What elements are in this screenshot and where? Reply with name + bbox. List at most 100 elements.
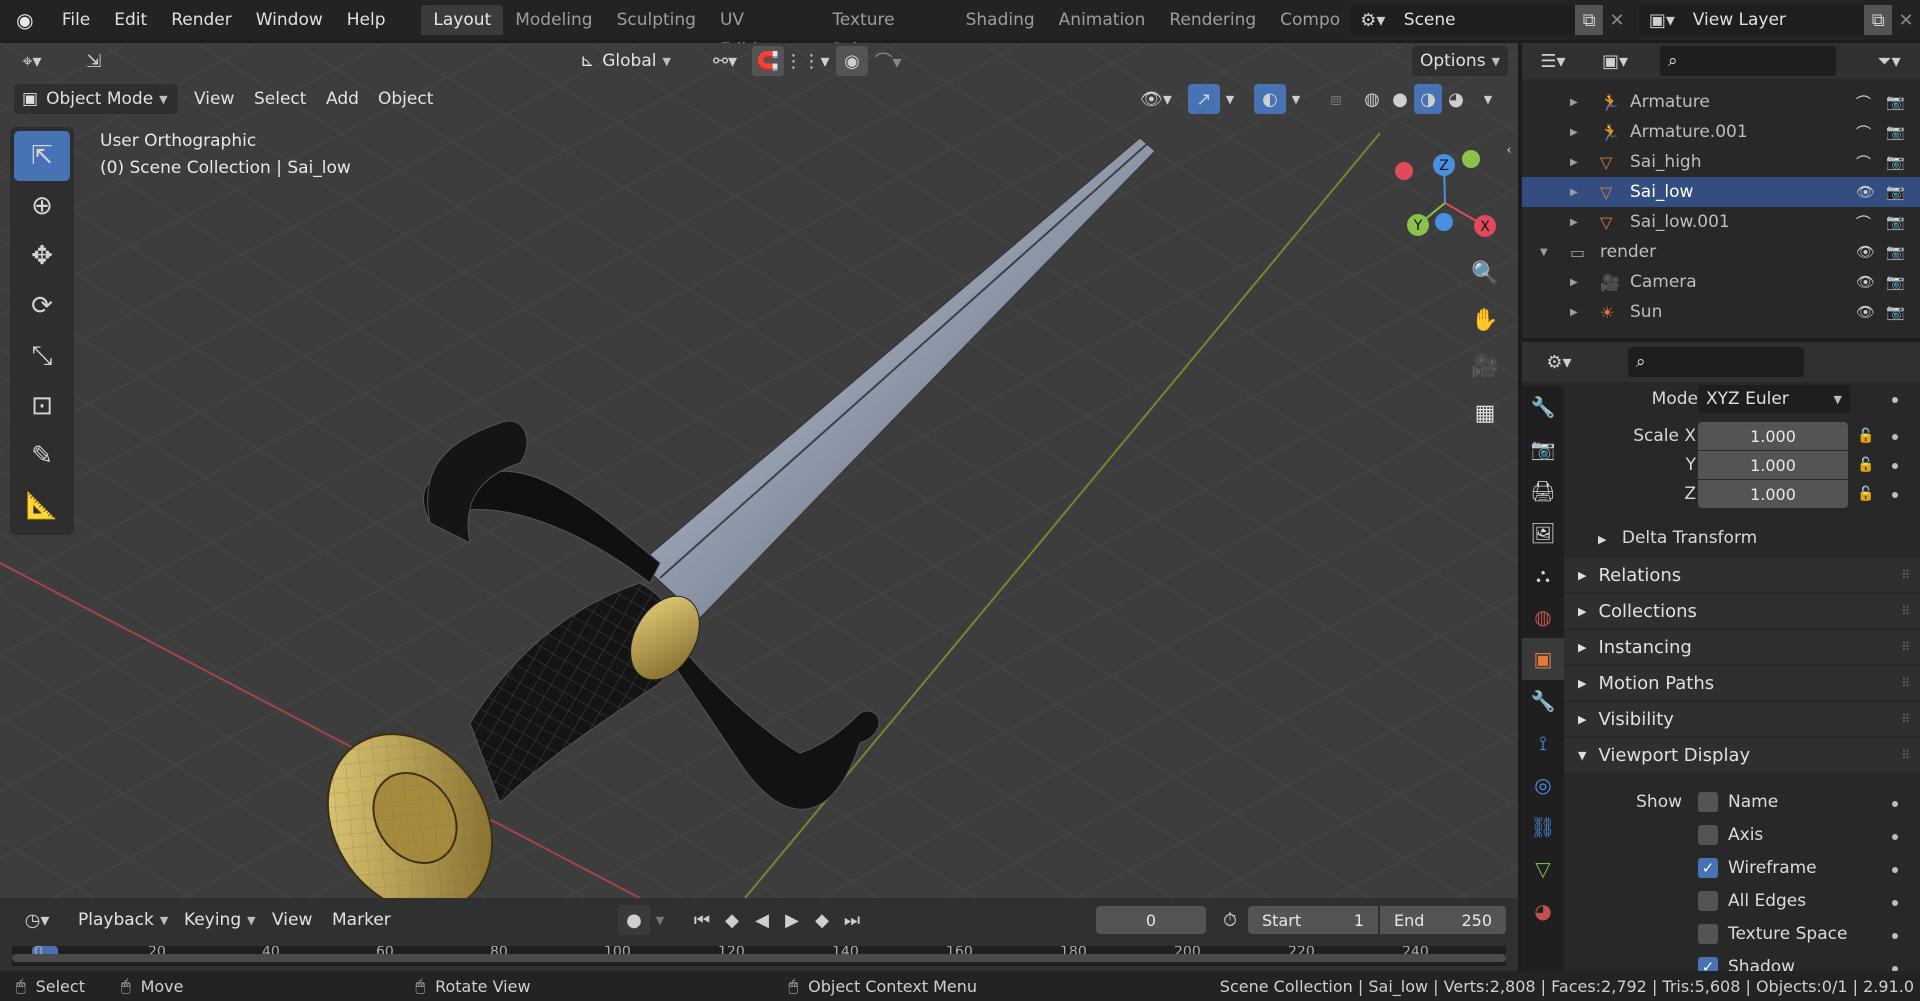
chevron-down-icon[interactable]: ▼ xyxy=(1540,247,1548,258)
animate-dot[interactable] xyxy=(1892,933,1898,939)
chevron-right-icon[interactable]: ▶ xyxy=(1570,97,1578,108)
eye-icon[interactable]: 👁 xyxy=(1856,183,1875,201)
overlay-toggle-icon[interactable]: ◐ xyxy=(1254,84,1286,114)
tab-uv-editing[interactable]: UV Editing xyxy=(708,5,820,60)
chevron-right-icon[interactable]: ▶ xyxy=(1570,127,1578,138)
checkbox[interactable]: ✓ xyxy=(1698,858,1718,878)
jump-start-icon[interactable]: ⏮ xyxy=(686,905,718,935)
scale-y-field[interactable]: 1.000 xyxy=(1698,451,1848,479)
render-camera-icon[interactable]: 📷 xyxy=(1886,123,1905,141)
pivot-point-icon[interactable]: ⚯▾ xyxy=(700,46,750,76)
animate-dot[interactable] xyxy=(1892,463,1898,469)
drag-handle-icon[interactable]: ⠿ xyxy=(1901,604,1910,618)
material-tab-icon[interactable]: ◕ xyxy=(1522,890,1564,932)
3d-viewport[interactable]: ⌖▾ ⇲ ⊾ Global ▼ ⚯▾ 🧲 ⋮⋮▾ ◉ ⌒▾ Options ▼ … xyxy=(0,43,1518,898)
view-layer-selector-icon[interactable]: ▣▾ xyxy=(1638,5,1685,35)
eye-icon[interactable]: ⌒ xyxy=(1856,212,1871,233)
falloff-icon[interactable]: ⌒▾ xyxy=(868,46,908,76)
measure-tool-icon[interactable]: 📐 xyxy=(14,481,70,531)
menu-window[interactable]: Window xyxy=(244,10,335,30)
tab-sculpting[interactable]: Sculpting xyxy=(605,5,708,35)
view-layer-tab-icon[interactable]: 🖼 xyxy=(1522,512,1564,554)
drag-handle-icon[interactable]: ⠿ xyxy=(1901,568,1910,582)
menu-playback[interactable]: Playback ▼ xyxy=(68,905,178,935)
display-mode-icon[interactable]: ▣▾ xyxy=(1592,46,1638,76)
visibility-icon[interactable]: 👁▾ xyxy=(1132,84,1180,114)
animate-dot[interactable] xyxy=(1892,397,1898,403)
render-camera-icon[interactable]: 📷 xyxy=(1886,303,1905,321)
proportional-edit-icon[interactable]: ◉ xyxy=(836,46,868,76)
lock-z-icon[interactable]: 🔓 xyxy=(1852,480,1880,508)
tab-compositing[interactable]: Compos xyxy=(1268,5,1340,35)
render-camera-icon[interactable]: 📷 xyxy=(1886,243,1905,261)
shading-solid-icon[interactable]: ● xyxy=(1386,84,1414,114)
transform-pivot-icon[interactable]: ⌖▾ xyxy=(16,46,48,76)
gizmo-dropdown-icon[interactable]: ▼ xyxy=(1220,84,1240,114)
panel-header[interactable]: ▶ Instancing ⠿ xyxy=(1564,630,1920,664)
cursor-tool-icon[interactable]: ⊕ xyxy=(14,181,70,231)
snap-target-icon[interactable]: ⋮⋮▾ xyxy=(784,46,830,76)
world-tab-icon[interactable]: ◍ xyxy=(1522,596,1564,638)
snap-toggle-icon[interactable]: 🧲 xyxy=(752,46,784,76)
eye-icon[interactable]: 👁 xyxy=(1856,243,1875,261)
pan-hand-icon[interactable]: ✋ xyxy=(1465,300,1505,340)
blender-logo-icon[interactable]: ◉ xyxy=(0,5,50,35)
show-option[interactable]: Texture Space xyxy=(1698,924,1847,944)
orientation-dropdown[interactable]: ⊾ Global ▼ xyxy=(570,46,681,76)
particles-tab-icon[interactable]: ⟟ xyxy=(1522,722,1564,764)
record-dropdown-icon[interactable]: ▼ xyxy=(650,905,670,935)
panel-header[interactable]: ▶ Collections ⠿ xyxy=(1564,594,1920,628)
eye-icon[interactable]: 👁 xyxy=(1856,273,1875,291)
panel-header[interactable]: ▶ Motion Paths ⠿ xyxy=(1564,666,1920,700)
animate-dot[interactable] xyxy=(1892,492,1898,498)
scene-selector-icon[interactable]: ⚙▾ xyxy=(1349,5,1396,35)
select-box-icon[interactable]: ⇲ xyxy=(78,46,110,76)
play-icon[interactable]: ▶ xyxy=(776,905,808,935)
constraints-tab-icon[interactable]: ⛓ xyxy=(1522,806,1564,848)
scene-tab-icon[interactable]: ⛬ xyxy=(1522,554,1564,596)
eye-icon[interactable]: ⌒ xyxy=(1856,152,1871,173)
menu-add[interactable]: Add xyxy=(316,84,369,114)
show-option[interactable]: All Edges xyxy=(1698,891,1806,911)
ortho-grid-icon[interactable]: ▦ xyxy=(1465,393,1505,433)
menu-object[interactable]: Object xyxy=(368,84,443,114)
transform-tool-icon[interactable]: ⊡ xyxy=(14,381,70,431)
chevron-right-icon[interactable]: ▶ xyxy=(1570,187,1578,198)
show-option[interactable]: ✓ Wireframe xyxy=(1698,858,1817,878)
panel-header[interactable]: ▶ Relations ⠿ xyxy=(1564,558,1920,592)
physics-tab-icon[interactable]: ◎ xyxy=(1522,764,1564,806)
current-frame-field[interactable]: 0 xyxy=(1096,906,1206,934)
shading-dropdown-icon[interactable]: ▼ xyxy=(1478,84,1498,114)
start-frame-field[interactable]: Start 1 xyxy=(1248,906,1378,934)
tab-layout[interactable]: Layout xyxy=(421,5,504,35)
drag-handle-icon[interactable]: ⠿ xyxy=(1901,712,1910,726)
tab-rendering[interactable]: Rendering xyxy=(1157,5,1268,35)
animate-dot[interactable] xyxy=(1892,801,1898,807)
chevron-right-icon[interactable]: ▶ xyxy=(1570,157,1578,168)
scale-tool-icon[interactable]: ⤡ xyxy=(14,331,70,381)
outliner-row[interactable]: ▼ ▭ render 👁 📷 xyxy=(1522,237,1920,267)
play-reverse-icon[interactable]: ◀ xyxy=(746,905,778,935)
render-camera-icon[interactable]: 📷 xyxy=(1886,213,1905,231)
next-keyframe-icon[interactable]: ◆ xyxy=(806,905,838,935)
panel-header[interactable]: ▼ Viewport Display ⠿ xyxy=(1564,738,1920,772)
checkbox[interactable] xyxy=(1698,891,1718,911)
data-tab-icon[interactable]: ▽ xyxy=(1522,848,1564,890)
outliner-row[interactable]: ▶ ▽ Sai_low 👁 📷 xyxy=(1522,177,1920,207)
menu-file[interactable]: File xyxy=(50,10,102,30)
menu-render[interactable]: Render xyxy=(159,10,244,30)
eye-icon[interactable]: ⌒ xyxy=(1856,92,1871,113)
new-view-layer-icon[interactable]: ⧉ xyxy=(1864,5,1893,35)
outliner-row[interactable]: ▶ ▽ Sai_high ⌒ 📷 xyxy=(1522,147,1920,177)
sidebar-toggle-icon[interactable]: ‹ xyxy=(1500,135,1518,165)
tab-texture-paint[interactable]: Texture Paint xyxy=(820,5,953,60)
stopwatch-icon[interactable]: ⏱ xyxy=(1214,905,1246,935)
render-camera-icon[interactable]: 📷 xyxy=(1886,273,1905,291)
timeline-scrollbar[interactable] xyxy=(12,954,1506,962)
object-tab-icon[interactable]: ▣ xyxy=(1522,638,1564,680)
record-icon[interactable]: ● xyxy=(618,905,650,935)
delete-scene-icon[interactable]: ✕ xyxy=(1603,5,1631,35)
menu-marker[interactable]: Marker xyxy=(322,905,401,935)
jump-end-icon[interactable]: ⏭ xyxy=(836,905,868,935)
camera-view-icon[interactable]: 🎥 xyxy=(1465,346,1505,386)
